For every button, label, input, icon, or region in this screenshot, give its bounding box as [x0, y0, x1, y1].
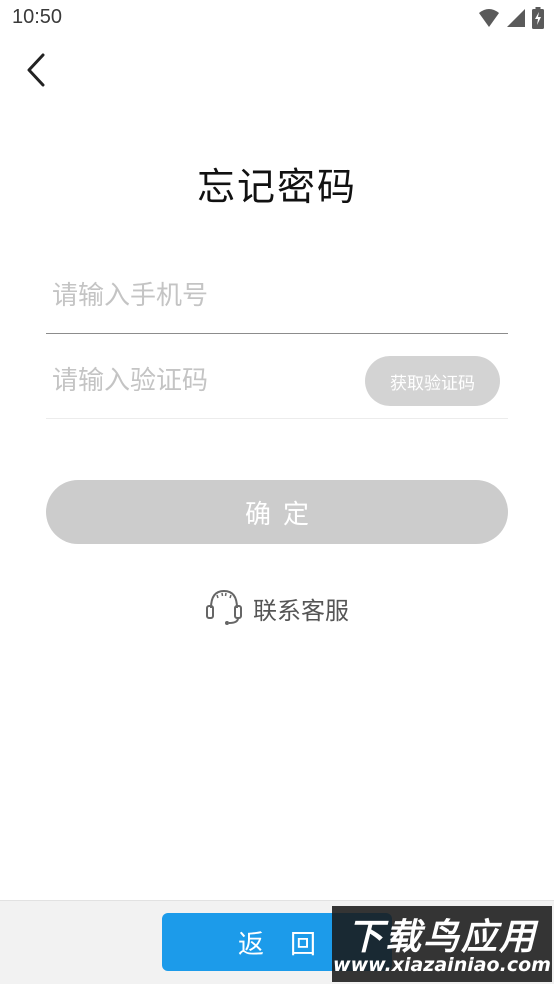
headset-icon — [205, 586, 243, 630]
get-code-button[interactable]: 获取验证码 — [365, 356, 500, 406]
contact-support-label: 联系客服 — [253, 596, 349, 625]
confirm-button[interactable]: 确定 — [46, 480, 508, 544]
wifi-icon — [478, 8, 500, 32]
back-button[interactable] — [18, 52, 54, 92]
page-title: 忘记密码 — [196, 165, 357, 209]
verification-code-input[interactable] — [52, 343, 352, 418]
chevron-left-icon — [26, 53, 46, 91]
forgot-password-screen: 10:50 忘记密码 获 — [0, 0, 554, 984]
watermark: 下载鸟应用 www.xiazainiao.com — [332, 906, 552, 982]
status-time: 10:50 — [12, 6, 63, 28]
phone-input[interactable] — [52, 258, 502, 333]
phone-field — [46, 258, 508, 334]
contact-support-link[interactable]: 联系客服 — [0, 586, 554, 630]
status-icons — [478, 7, 544, 33]
code-field: 获取验证码 — [46, 343, 508, 419]
signal-icon — [506, 8, 526, 32]
battery-charging-icon — [532, 7, 544, 33]
watermark-url: www.xiazainiao.com — [333, 954, 551, 976]
status-bar: 10:50 — [0, 0, 554, 40]
watermark-title: 下载鸟应用 — [346, 917, 537, 958]
